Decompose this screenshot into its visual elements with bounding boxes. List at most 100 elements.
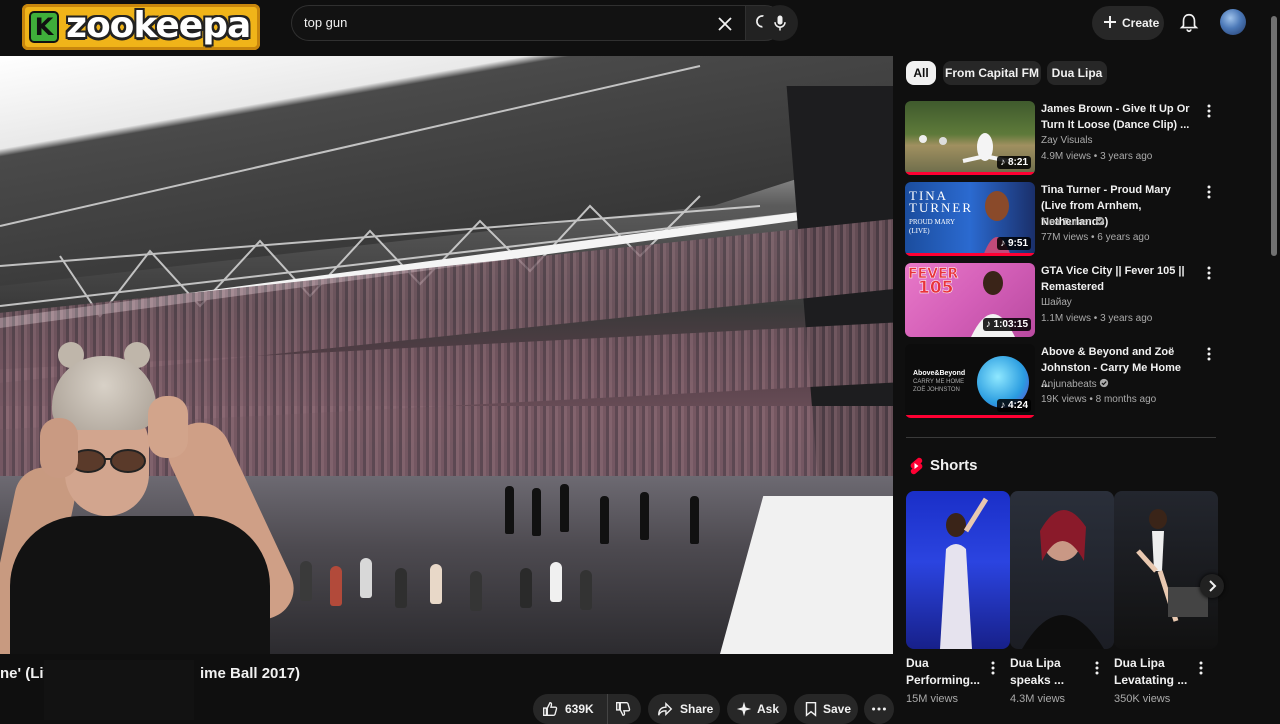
section-divider: [906, 437, 1216, 438]
search-input[interactable]: top gun: [291, 5, 745, 41]
short-views: 350K views: [1114, 693, 1171, 705]
performer: [640, 492, 649, 540]
voice-search-button[interactable]: [762, 5, 798, 41]
short-thumbnail[interactable]: [906, 491, 1010, 649]
webcam-overlap: [44, 660, 194, 720]
video-thumbnail[interactable]: ♪ 8:21: [905, 101, 1035, 175]
recommendation-item[interactable]: Above&Beyond CARRY ME HOME ZOË JOHNSTON …: [905, 344, 1225, 420]
webcam-hand-right: [148, 396, 188, 458]
short-views: 15M views: [906, 693, 958, 705]
watch-progress-bar: [905, 415, 1035, 418]
duration-badge: ♪ 4:24: [997, 399, 1031, 412]
streamer-webcam: [0, 336, 304, 654]
like-count: 639K: [565, 702, 594, 716]
thumbnail-text: Above&Beyond CARRY ME HOME ZOË JOHNSTON: [913, 370, 966, 393]
channel-name[interactable]: Anjunabeats: [1041, 378, 1109, 390]
chip-all[interactable]: All: [906, 61, 936, 85]
chip-from-capital-fm[interactable]: From Capital FM: [943, 61, 1041, 85]
video-thumbnail[interactable]: TINA TURNER PROUD MARY (LIVE) ♪ 9:51: [905, 182, 1035, 256]
logo-text: zookeepa: [66, 5, 251, 46]
verified-badge-icon: [1095, 216, 1104, 226]
fan: [300, 561, 312, 601]
short-thumbnail[interactable]: [1010, 491, 1114, 649]
channel-name[interactable]: Шайау: [1041, 297, 1072, 308]
duration-badge: ♪ 9:51: [997, 237, 1031, 250]
speaker-figure: [1022, 509, 1104, 649]
short-title[interactable]: Dua Lipa Levatating ...: [1114, 655, 1187, 689]
duration-badge: ♪ 1:03:15: [982, 318, 1031, 331]
video-thumbnail[interactable]: Above&Beyond CARRY ME HOME ZOË JOHNSTON …: [905, 344, 1035, 418]
recommendation-title[interactable]: GTA Vice City || Fever 105 || Remastered: [1041, 263, 1191, 295]
views-and-age: 1.1M views • 3 years ago: [1041, 313, 1153, 324]
verified-badge-icon: [1100, 378, 1109, 388]
fan: [550, 562, 562, 602]
chevron-right-icon: [1209, 580, 1217, 592]
shorts-next-button[interactable]: [1200, 574, 1224, 598]
channel-name[interactable]: Tina Turner: [1041, 216, 1105, 228]
microphone-icon: [774, 15, 786, 31]
short-views: 4.3M views: [1010, 693, 1066, 705]
video-thumbnail[interactable]: FEVER 105 ♪ 1:03:15: [905, 263, 1035, 337]
dancer-figure: [1136, 509, 1208, 622]
more-vertical-icon[interactable]: [1201, 346, 1217, 362]
video-title-end: ime Ball 2017): [200, 665, 300, 682]
performer: [505, 486, 514, 534]
fan: [470, 571, 482, 611]
thumbs-up-icon: [543, 702, 558, 716]
page-scrollbar[interactable]: [1271, 16, 1277, 256]
webcam-hand-left: [40, 418, 78, 478]
notifications-bell-icon[interactable]: [1178, 12, 1200, 34]
more-vertical-icon[interactable]: [1090, 660, 1104, 676]
performer: [560, 484, 569, 532]
logo-k-badge: K: [29, 11, 59, 43]
views-and-age: 19K views • 8 months ago: [1041, 394, 1157, 405]
duration-badge: ♪ 8:21: [997, 156, 1031, 169]
account-avatar[interactable]: [1220, 9, 1246, 35]
more-horizontal-icon: [872, 707, 886, 711]
short-title[interactable]: Dua Lipa speaks ...: [1010, 655, 1064, 689]
more-vertical-icon[interactable]: [1201, 103, 1217, 119]
recommendation-item[interactable]: TINA TURNER PROUD MARY (LIVE) ♪ 9:51 Tina…: [905, 182, 1225, 258]
recommendation-item[interactable]: FEVER 105 ♪ 1:03:15 GTA Vice City || Fev…: [905, 263, 1225, 339]
performer: [532, 488, 541, 536]
bookmark-icon: [805, 701, 817, 717]
ask-label: Ask: [757, 702, 780, 716]
create-button[interactable]: Create: [1092, 6, 1164, 40]
more-vertical-icon[interactable]: [1201, 265, 1217, 281]
save-label: Save: [823, 702, 852, 716]
performer: [690, 496, 699, 544]
share-label: Share: [680, 702, 714, 716]
sparkle-icon: [736, 701, 752, 717]
channel-name[interactable]: Zay Visuals: [1041, 135, 1093, 146]
fan: [430, 564, 442, 604]
sunglasses-icon: [70, 449, 146, 473]
share-arrow-icon: [658, 701, 673, 717]
more-vertical-icon[interactable]: [1194, 660, 1208, 676]
short-thumbnail[interactable]: [1114, 491, 1218, 649]
plus-icon: [1104, 16, 1116, 28]
zookeepa-logo[interactable]: K zookeepa: [22, 4, 260, 50]
recommendation-item[interactable]: ♪ 8:21 James Brown - Give It Up Or Turn …: [905, 101, 1225, 177]
thumbs-down-icon: [616, 702, 631, 716]
watch-progress-bar: [905, 172, 1035, 175]
clear-search-icon[interactable]: [715, 14, 735, 34]
more-vertical-icon[interactable]: [1201, 184, 1217, 200]
video-player[interactable]: [0, 56, 893, 654]
recommendation-title[interactable]: James Brown - Give It Up Or Turn It Loos…: [1041, 101, 1191, 133]
fan: [330, 566, 342, 606]
webcam-shirt: [10, 516, 270, 654]
performer: [600, 496, 609, 544]
more-vertical-icon[interactable]: [986, 660, 1000, 676]
search-query-text[interactable]: top gun: [304, 15, 347, 30]
watch-progress-bar: [905, 253, 1035, 256]
fan: [360, 558, 372, 598]
fan: [580, 570, 592, 610]
video-title-end-text: ime Ball 2017): [200, 665, 301, 682]
create-label: Create: [1122, 16, 1160, 30]
chip-dua-lipa[interactable]: Dua Lipa: [1047, 61, 1107, 85]
views-and-age: 77M views • 6 years ago: [1041, 232, 1150, 243]
fan: [520, 568, 532, 608]
short-title[interactable]: Dua Performing...: [906, 655, 980, 689]
shorts-section-title: Shorts: [930, 457, 978, 474]
performer-figure: [940, 497, 989, 649]
